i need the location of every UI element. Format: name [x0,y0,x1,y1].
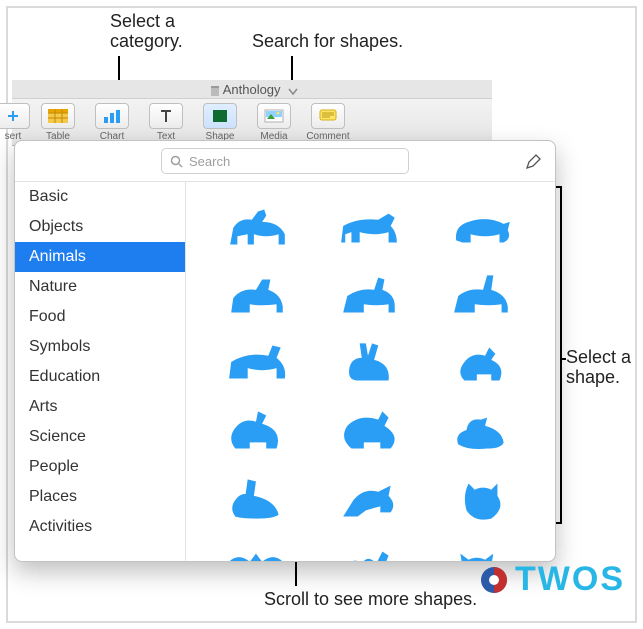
shape-owl[interactable] [450,473,516,527]
document-name-text: Anthology [223,82,281,97]
document-name: Anthology [206,82,298,97]
popover-body: BasicObjectsAnimalsNatureFoodSymbolsEduc… [15,182,555,561]
shape-bat[interactable] [225,541,291,561]
titlebar: Anthology [12,80,492,99]
shape-goose[interactable] [225,473,291,527]
search-icon [170,155,183,168]
watermark-text: TWOS [515,560,625,599]
shape-horse[interactable] [225,201,291,255]
shape-goat[interactable] [337,269,403,323]
category-list: BasicObjectsAnimalsNatureFoodSymbolsEduc… [15,182,186,561]
edit-shapes-button[interactable] [523,152,543,172]
category-item[interactable]: Food [15,302,185,332]
text-icon [149,103,183,129]
leader-line [560,358,566,360]
toolbar: sert Table Chart [12,99,492,146]
document-icon [210,86,220,96]
category-item[interactable]: Objects [15,212,185,242]
table-button[interactable]: Table [34,103,82,142]
shape-rabbit[interactable] [337,337,403,391]
shape-camel[interactable] [337,541,403,561]
insert-button[interactable]: sert [0,103,28,142]
text-button[interactable]: Text [142,103,190,142]
search-input[interactable]: Search [161,148,409,174]
chart-icon [95,103,129,129]
chevron-down-icon [288,88,298,96]
category-item[interactable]: Symbols [15,332,185,362]
shape-hen[interactable] [450,337,516,391]
shape-grid[interactable] [186,182,555,561]
shape-icon [203,103,237,129]
watermark: TWOS [479,560,625,599]
category-item[interactable]: Places [15,482,185,512]
comment-button[interactable]: Comment [304,103,352,142]
pencil-icon [525,154,541,170]
category-item[interactable]: Education [15,362,185,392]
category-item[interactable]: Activities [15,512,185,542]
callout-select-shape: Select a shape. [566,348,631,388]
callout-scroll: Scroll to see more shapes. [264,590,477,610]
category-item[interactable]: Arts [15,392,185,422]
app-window: Anthology sert Table [12,80,492,146]
shape-bird[interactable] [337,473,403,527]
chart-button[interactable]: Chart [88,103,136,142]
callout-category: Select a category. [110,12,183,52]
comment-icon [311,103,345,129]
shape-cow[interactable] [337,201,403,255]
shape-pig[interactable] [450,201,516,255]
plus-icon [0,103,30,129]
media-button[interactable]: Media [250,103,298,142]
shape-donkey[interactable] [450,269,516,323]
media-icon [257,103,291,129]
category-item[interactable]: Animals [15,242,185,272]
table-icon [41,103,75,129]
category-item[interactable]: Basic [15,182,185,212]
search-placeholder: Search [189,154,230,169]
shape-turkey[interactable] [337,405,403,459]
shape-dog[interactable] [225,269,291,323]
category-item[interactable]: Science [15,422,185,452]
logo-icon [479,563,509,597]
shape-cat[interactable] [450,541,516,561]
shape-duck[interactable] [450,405,516,459]
shape-button[interactable]: Shape [196,103,244,142]
popover-header: Search [15,141,555,182]
category-item[interactable]: Nature [15,272,185,302]
shape-ox[interactable] [225,337,291,391]
category-item[interactable]: People [15,452,185,482]
shape-rooster[interactable] [225,405,291,459]
shapes-popover: Search BasicObjectsAnimalsNatureFoodSymb… [14,140,556,562]
callout-search: Search for shapes. [252,32,403,52]
